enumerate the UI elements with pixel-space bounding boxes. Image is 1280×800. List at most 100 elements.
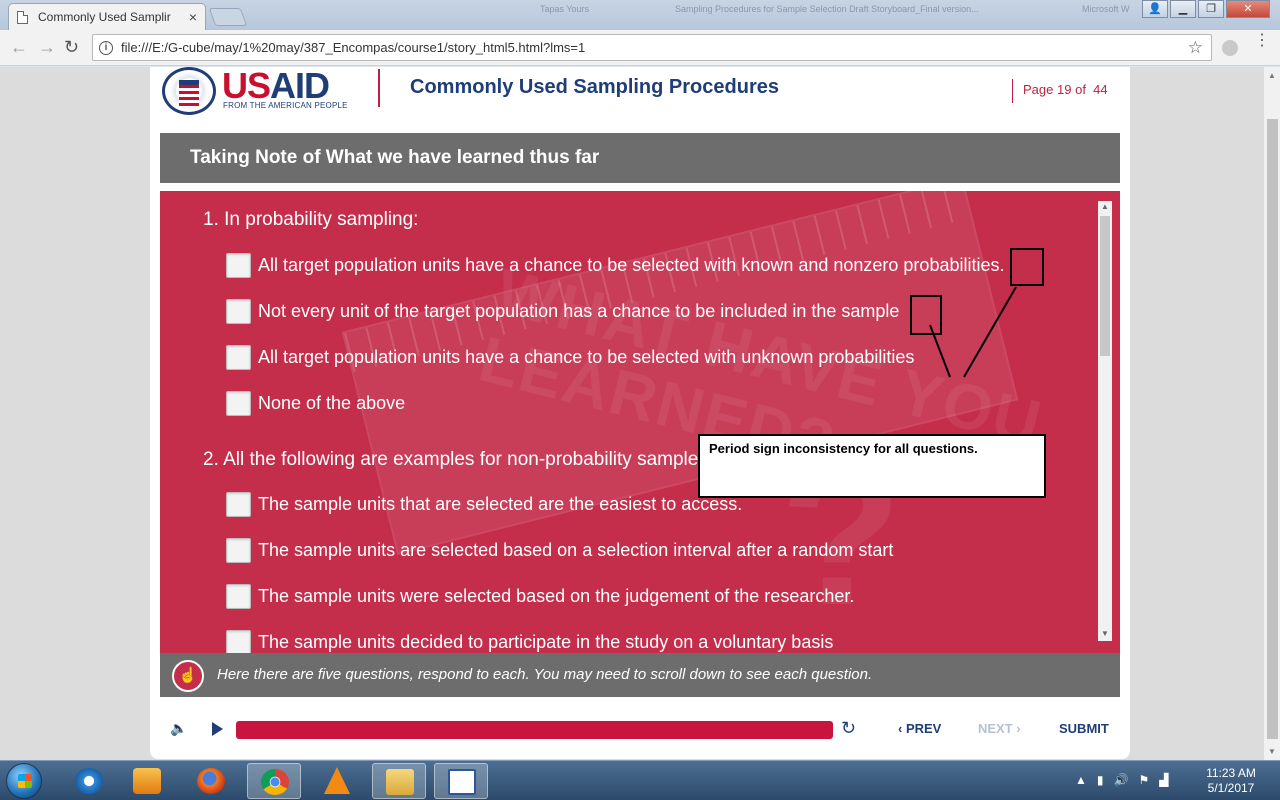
tray-expand-icon[interactable]: ▲ bbox=[1075, 773, 1087, 787]
scroll-down-icon[interactable]: ▼ bbox=[1268, 747, 1276, 756]
new-tab-button[interactable] bbox=[208, 8, 248, 26]
option-label[interactable]: All target population units have a chanc… bbox=[258, 255, 1004, 276]
option-1-3[interactable]: All target population units have a chanc… bbox=[226, 345, 914, 370]
question-scrollbar[interactable]: ▲ ▼ bbox=[1098, 201, 1112, 641]
slide-title: Taking Note of What we have learned thus… bbox=[190, 147, 600, 168]
player-controls: 🔈 ↻ ‹ PREV NEXT › SUBMIT bbox=[160, 712, 1120, 748]
taskbar-vlc[interactable] bbox=[310, 763, 364, 799]
window-close-icon[interactable]: ✕ bbox=[1226, 0, 1270, 18]
option-label[interactable]: The sample units were selected based on … bbox=[258, 586, 854, 607]
windows-taskbar: ▲ ▮ 🔊 ⚑ ▟ 11:23 AM 5/1/2017 bbox=[0, 760, 1280, 800]
next-label: NEXT bbox=[978, 721, 1013, 736]
extension-icon[interactable] bbox=[1222, 40, 1238, 56]
document-icon bbox=[17, 10, 28, 24]
tab-close-icon[interactable]: × bbox=[189, 9, 197, 25]
info-icon[interactable]: i bbox=[99, 40, 113, 55]
battery-icon[interactable]: ▮ bbox=[1097, 773, 1104, 787]
play-icon[interactable] bbox=[212, 722, 223, 736]
clock-date: 5/1/2017 bbox=[1207, 781, 1255, 795]
usaid-logo: USAID FROM THE AMERICAN PEOPLE bbox=[162, 65, 362, 115]
checkbox[interactable] bbox=[226, 299, 251, 324]
seek-bar-fill bbox=[236, 721, 833, 739]
tab-title: Commonly Used Samplir bbox=[38, 10, 171, 24]
page-scroll-thumb[interactable] bbox=[1267, 119, 1278, 739]
window-title-1: Tapas Yours bbox=[540, 4, 590, 14]
taskbar-word[interactable] bbox=[434, 763, 488, 799]
option-label[interactable]: All target population units have a chanc… bbox=[258, 347, 914, 368]
folder-icon bbox=[386, 769, 414, 795]
checkbox[interactable] bbox=[226, 492, 251, 517]
slide-title-bar: Taking Note of What we have learned thus… bbox=[160, 133, 1120, 183]
system-clock[interactable]: 11:23 AM 5/1/2017 bbox=[1196, 766, 1266, 796]
scroll-up-icon[interactable]: ▲ bbox=[1101, 202, 1109, 211]
taskbar-internet-explorer[interactable] bbox=[62, 763, 116, 799]
volume-icon[interactable]: 🔈 bbox=[170, 720, 187, 737]
address-bar[interactable]: i file:///E:/G-cube/may/1%20may/387_Enco… bbox=[92, 34, 1212, 61]
page-of: of bbox=[1075, 82, 1086, 97]
back-arrow-icon[interactable]: ← bbox=[10, 37, 28, 58]
page-indicator: Page 19 of 44 bbox=[1012, 79, 1108, 103]
hand-pointer-icon: ☝ bbox=[172, 660, 204, 692]
media-player-icon bbox=[133, 768, 161, 794]
network-icon[interactable]: ▟ bbox=[1159, 773, 1168, 787]
next-button[interactable]: NEXT › bbox=[978, 721, 1021, 736]
reload-icon[interactable]: ↻ bbox=[64, 37, 79, 58]
option-label[interactable]: The sample units are selected based on a… bbox=[258, 540, 893, 561]
profile-icon[interactable]: 👤 bbox=[1142, 0, 1168, 18]
browser-tab[interactable]: Commonly Used Samplir × bbox=[8, 3, 206, 30]
prev-button[interactable]: ‹ PREV bbox=[898, 721, 941, 736]
taskbar-chrome[interactable] bbox=[247, 763, 301, 799]
seek-bar[interactable] bbox=[236, 721, 833, 739]
speaker-icon[interactable]: 🔊 bbox=[1114, 773, 1129, 787]
course-player: USAID FROM THE AMERICAN PEOPLE Commonly … bbox=[150, 65, 1130, 759]
maximize-icon[interactable]: ❐ bbox=[1198, 0, 1224, 18]
checkbox[interactable] bbox=[226, 391, 251, 416]
checkbox[interactable] bbox=[226, 253, 251, 278]
question-scroll-thumb[interactable] bbox=[1100, 216, 1110, 356]
option-2-1[interactable]: The sample units that are selected are t… bbox=[226, 492, 742, 517]
checkbox[interactable] bbox=[226, 584, 251, 609]
taskbar-firefox[interactable] bbox=[184, 763, 238, 799]
option-2-2[interactable]: The sample units are selected based on a… bbox=[226, 538, 893, 563]
menu-dots-icon[interactable]: ⋮ bbox=[1254, 33, 1270, 49]
submit-button[interactable]: SUBMIT bbox=[1059, 721, 1109, 736]
prev-label: PREV bbox=[905, 721, 942, 736]
scroll-down-icon[interactable]: ▼ bbox=[1101, 629, 1109, 638]
firefox-icon bbox=[197, 768, 225, 794]
page-total: 44 bbox=[1093, 82, 1108, 97]
option-label[interactable]: None of the above bbox=[258, 393, 405, 414]
option-label[interactable]: The sample units that are selected are t… bbox=[258, 494, 742, 515]
checkbox[interactable] bbox=[226, 345, 251, 370]
taskbar-media-player[interactable] bbox=[120, 763, 174, 799]
bookmark-star-icon[interactable]: ☆ bbox=[1188, 38, 1203, 58]
minimize-icon[interactable]: ▁ bbox=[1170, 0, 1196, 18]
usaid-seal-icon bbox=[162, 67, 216, 115]
scroll-up-icon[interactable]: ▲ bbox=[1268, 71, 1276, 80]
option-2-4[interactable]: The sample units decided to participate … bbox=[226, 630, 833, 653]
question-1: 1. In probability sampling: bbox=[203, 209, 419, 230]
replay-icon[interactable]: ↻ bbox=[841, 718, 856, 739]
page-label: Page bbox=[1023, 82, 1054, 97]
taskbar-explorer[interactable] bbox=[372, 763, 426, 799]
option-label[interactable]: Not every unit of the target population … bbox=[258, 301, 899, 322]
option-1-2[interactable]: Not every unit of the target population … bbox=[226, 299, 899, 324]
window-title-3: Microsoft W bbox=[1082, 4, 1130, 14]
action-center-icon[interactable]: ⚑ bbox=[1138, 773, 1149, 787]
vlc-icon bbox=[324, 767, 350, 794]
chrome-icon bbox=[261, 769, 289, 795]
checkbox[interactable] bbox=[226, 630, 251, 653]
internet-explorer-icon bbox=[75, 768, 103, 794]
checkbox[interactable] bbox=[226, 538, 251, 563]
url-text[interactable]: file:///E:/G-cube/may/1%20may/387_Encomp… bbox=[121, 40, 1188, 55]
option-label[interactable]: The sample units decided to participate … bbox=[258, 632, 833, 653]
start-button[interactable] bbox=[6, 763, 42, 799]
option-1-4[interactable]: None of the above bbox=[226, 391, 405, 416]
question-list[interactable]: 1. In probability sampling: All target p… bbox=[160, 191, 1095, 653]
option-1-1[interactable]: All target population units have a chanc… bbox=[226, 253, 1004, 278]
window-title-2: Sampling Procedures for Sample Selection… bbox=[675, 4, 979, 14]
annotation-highlight-1 bbox=[1010, 248, 1044, 286]
annotation-highlight-2 bbox=[910, 295, 942, 335]
option-2-3[interactable]: The sample units were selected based on … bbox=[226, 584, 854, 609]
page-scrollbar[interactable]: ▲ ▼ bbox=[1263, 67, 1280, 760]
forward-arrow-icon[interactable]: → bbox=[38, 37, 56, 58]
